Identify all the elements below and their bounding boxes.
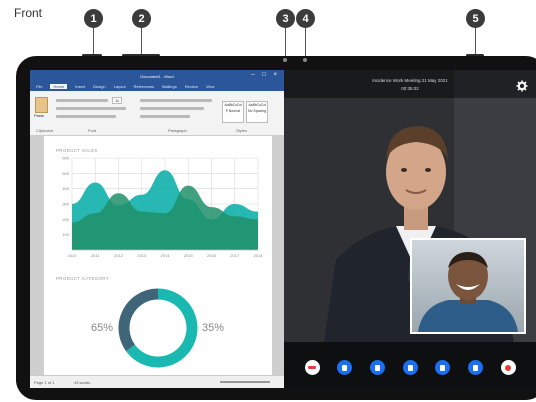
- product-sales-chart: 100 200 300 400 500 600 2010 2011 2012 2013 2014 20…: [62, 156, 264, 259]
- y-tick-label: 600: [62, 156, 69, 161]
- style-normal[interactable]: AaBbCcDd ¶ Normal: [222, 101, 244, 123]
- donut-label-right: 35%: [202, 322, 225, 334]
- x-tick-label: 2017: [230, 253, 240, 258]
- x-tick-label: 2012: [114, 253, 124, 258]
- callout-3: 3: [276, 9, 295, 28]
- font-size-box[interactable]: 11: [112, 97, 123, 104]
- tab-layout[interactable]: Layout: [114, 84, 126, 89]
- share-screen-button[interactable]: [467, 360, 483, 375]
- paste-label: Paste: [34, 113, 45, 118]
- gear-icon[interactable]: [516, 80, 528, 92]
- group-font: Font: [88, 128, 97, 133]
- x-tick-label: 2011: [91, 253, 100, 258]
- tablet-screen: Document1 - Word – □ × File Home Insert …: [30, 70, 536, 388]
- font-name-box[interactable]: [56, 99, 108, 102]
- tab-review[interactable]: Review: [185, 84, 198, 89]
- callout-1: 1: [84, 9, 103, 28]
- product-sales-title: PRODUCT SALES: [56, 148, 98, 153]
- front-camera: [283, 58, 287, 62]
- call-header: [284, 70, 536, 98]
- leader-line-2: [141, 28, 142, 56]
- y-tick-label: 400: [62, 186, 69, 191]
- donut-label-left: 65%: [91, 322, 114, 334]
- format-buttons[interactable]: [56, 107, 126, 110]
- participants-icon: [440, 364, 446, 371]
- tab-design[interactable]: Design: [93, 84, 105, 89]
- group-paragraph: Paragraph: [168, 128, 187, 133]
- word-title: Document1 - Word: [140, 73, 174, 79]
- x-tick-label: 2014: [161, 253, 171, 258]
- record-icon: [505, 364, 511, 371]
- zoom-slider[interactable]: [220, 381, 270, 383]
- x-tick-label: 2013: [137, 253, 147, 258]
- callout-4: 4: [296, 9, 315, 28]
- ribbon: Paste 11 AaBbCcDd ¶ Normal AaBbCcDd No S…: [30, 91, 284, 136]
- leader-line-4: [305, 28, 306, 56]
- microphone-button[interactable]: [337, 360, 353, 375]
- ribbon-tabs: File Home Insert Design Layout Reference…: [30, 82, 284, 91]
- record-button[interactable]: [500, 360, 516, 375]
- leader-line-3: [285, 28, 286, 56]
- leader-line-5: [475, 28, 476, 56]
- list-buttons[interactable]: [140, 99, 212, 102]
- color-buttons[interactable]: [56, 115, 116, 118]
- y-tick-label: 100: [62, 232, 69, 237]
- x-tick-label: 2018: [254, 253, 264, 258]
- word-window: Document1 - Word – □ × File Home Insert …: [30, 70, 284, 388]
- callout-5: 5: [466, 9, 485, 28]
- tab-home[interactable]: Home: [50, 84, 68, 89]
- self-view-thumbnail[interactable]: [410, 238, 526, 334]
- callout-2: 2: [132, 9, 151, 28]
- call-timer: 00:35:02: [401, 86, 419, 91]
- document-area[interactable]: PRODUCT SALES 100 200 300 400 500 600 2010 2011…: [30, 136, 284, 376]
- tab-view[interactable]: View: [206, 84, 215, 89]
- call-controls-bar: [284, 342, 536, 388]
- figure-label: Front: [14, 6, 43, 20]
- window-controls[interactable]: – □ ×: [251, 72, 280, 78]
- light-sensor: [303, 58, 307, 62]
- microphone-icon: [342, 364, 348, 371]
- x-tick-label: 2015: [184, 253, 194, 258]
- tab-file[interactable]: File: [36, 84, 42, 89]
- camera-icon: [374, 364, 380, 371]
- status-bar: Page 1 of 1 43 words: [30, 375, 284, 388]
- group-clipboard: Clipboard: [36, 128, 54, 133]
- style-no-spacing[interactable]: AaBbCcDd No Spacing: [246, 101, 268, 123]
- paste-icon[interactable]: [35, 97, 48, 113]
- chat-button[interactable]: [402, 360, 418, 375]
- status-page: Page 1 of 1: [34, 380, 55, 385]
- x-tick-label: 2016: [207, 253, 217, 258]
- product-category-chart: [118, 288, 198, 368]
- y-tick-label: 500: [62, 171, 69, 176]
- word-title-bar: Document1 - Word – □ ×: [30, 70, 284, 82]
- camera-button[interactable]: [369, 360, 385, 375]
- shading-buttons[interactable]: [140, 115, 190, 118]
- chat-icon: [407, 364, 413, 371]
- group-styles: Styles: [236, 128, 247, 133]
- tab-insert[interactable]: Insert: [75, 84, 85, 89]
- tab-references[interactable]: References: [134, 84, 154, 89]
- meeting-title: Incidence Work Meeting 21 May 2021: [372, 78, 448, 83]
- participants-button[interactable]: [435, 360, 451, 375]
- status-words: 43 words: [74, 380, 91, 385]
- pip-participant: [418, 252, 518, 332]
- tab-mailings[interactable]: Mailings: [162, 84, 177, 89]
- y-tick-label: 200: [62, 217, 69, 222]
- x-tick-label: 2010: [68, 253, 78, 258]
- y-tick-label: 300: [62, 202, 69, 207]
- document-page[interactable]: PRODUCT SALES 100 200 300 400 500 600 2010 2011…: [44, 136, 272, 376]
- end-call-icon: [308, 366, 316, 369]
- donut-slice-2: [118, 288, 159, 352]
- video-call-window: Incidence Work Meeting 21 May 2021 00:35…: [284, 70, 536, 388]
- end-call-button[interactable]: [304, 360, 320, 375]
- leader-line-1: [93, 28, 94, 56]
- align-buttons[interactable]: [140, 107, 204, 110]
- share-screen-icon: [472, 364, 478, 371]
